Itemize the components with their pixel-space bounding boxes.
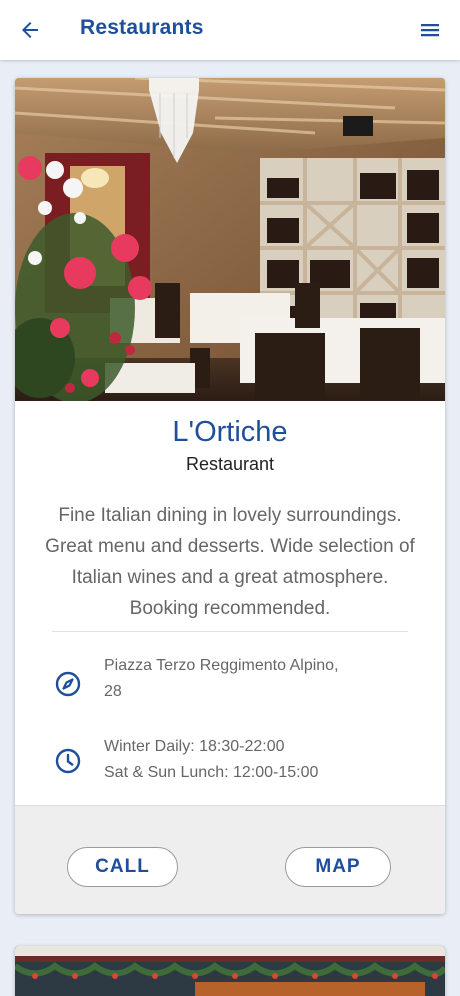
restaurant-card: L'Ortiche Restaurant Fine Italian dining… [15,78,445,914]
compass-icon [55,671,81,697]
action-bar: CALL MAP [15,805,445,914]
restaurant-description: Fine Italian dining in lovely surroundin… [45,505,415,619]
back-arrow-icon[interactable] [18,18,42,42]
divider [52,631,408,632]
next-restaurant-photo [15,946,445,996]
next-restaurant-card[interactable] [15,946,445,996]
call-button[interactable]: CALL [67,847,178,887]
hamburger-menu-icon[interactable] [418,18,442,42]
restaurant-name: L'Ortiche [172,416,288,448]
app-bar: Restaurants [0,0,460,60]
address-line-2: 28 [104,683,122,700]
hours-line-2: Sat & Sun Lunch: 12:00-15:00 [104,764,319,781]
map-button[interactable]: MAP [285,847,391,887]
hours-text: Winter Daily: 18:30-22:00 Sat & Sun Lunc… [104,734,318,786]
restaurant-type: Restaurant [185,454,275,474]
address-text: Piazza Terzo Reggimento Alpino, 28 [104,653,339,705]
address-line-1: Piazza Terzo Reggimento Alpino, [104,657,339,674]
hours-line-1: Winter Daily: 18:30-22:00 [104,738,285,755]
restaurant-photo [15,78,445,401]
clock-icon [55,748,81,774]
page-title: Restaurants [80,16,204,39]
